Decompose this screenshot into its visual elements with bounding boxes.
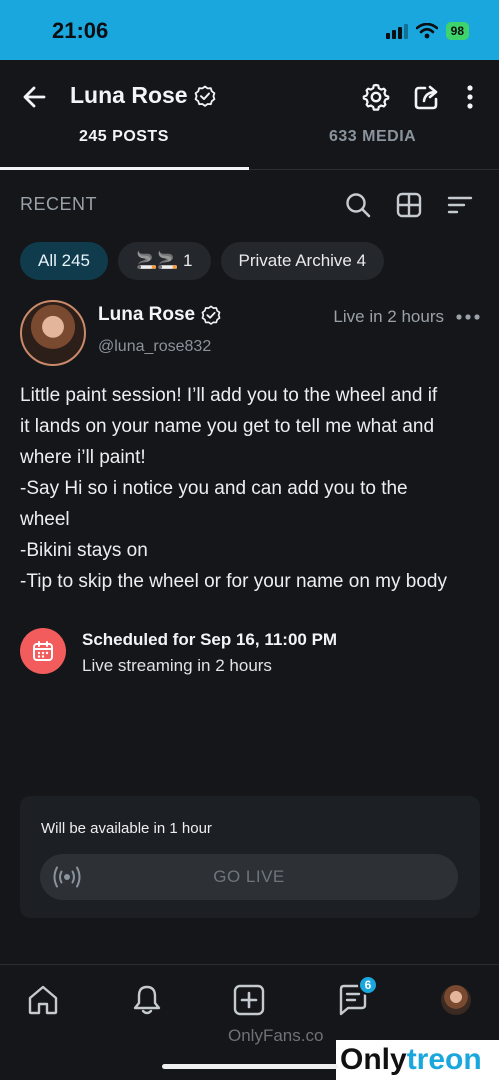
status-bar: 21:06 98 <box>0 0 499 60</box>
scheduled-info: Scheduled for Sep 16, 11:00 PM Live stre… <box>20 628 480 684</box>
add-icon[interactable] <box>232 983 266 1017</box>
watermark-brand-a: Only <box>340 1043 407 1076</box>
post-line: it lands on your name you get to tell me… <box>20 416 435 437</box>
page-title: Luna Rose <box>70 82 216 109</box>
filter-chips: All 245 🚬🚬 1 Private Archive 4 <box>20 242 385 280</box>
home-indicator[interactable] <box>162 1064 338 1069</box>
avatar[interactable] <box>20 300 86 366</box>
calendar-badge <box>20 628 66 674</box>
scheduled-title: Scheduled for Sep 16, 11:00 PM <box>82 630 338 649</box>
status-time: 21:06 <box>52 18 109 43</box>
author-handle[interactable]: @luna_rose832 <box>98 338 211 356</box>
post-author[interactable]: Luna Rose <box>98 304 221 326</box>
post-line: -Tip to skip the wheel or for your name … <box>20 571 447 592</box>
post-body: Little paint session! I’ll add you to th… <box>20 380 482 597</box>
bell-icon[interactable] <box>130 983 164 1017</box>
gear-icon[interactable] <box>361 82 391 112</box>
verified-icon <box>201 305 221 325</box>
profile-name: Luna Rose <box>70 82 188 108</box>
kebab-icon[interactable] <box>456 82 484 112</box>
cellular-signal-icon <box>385 23 408 39</box>
messages-badge: 6 <box>358 975 378 995</box>
chip-private-archive[interactable]: Private Archive 4 <box>220 242 385 280</box>
post-header: Luna Rose @luna_rose832 Live in 2 hours <box>20 300 480 370</box>
share-icon[interactable] <box>412 82 442 112</box>
more-options-icon[interactable] <box>456 312 480 322</box>
watermark-brand-b: treon <box>406 1043 482 1076</box>
search-icon[interactable] <box>343 190 373 220</box>
active-tab-indicator <box>0 167 249 170</box>
profile-avatar[interactable] <box>441 985 471 1015</box>
grid-icon[interactable] <box>394 190 424 220</box>
recent-toolbar: RECENT <box>0 186 499 226</box>
tab-posts[interactable]: 245 POSTS <box>79 128 169 146</box>
availability-text: Will be available in 1 hour <box>41 820 212 837</box>
watermark-site: OnlyFans.co <box>228 1026 324 1045</box>
live-in-label: Live in 2 hours <box>333 307 444 326</box>
post-line: wheel <box>20 509 70 530</box>
app-bar: Luna Rose <box>0 60 499 134</box>
chip-all[interactable]: All 245 <box>20 242 108 280</box>
author-name: Luna Rose <box>98 304 196 325</box>
scheduled-subtitle: Live streaming in 2 hours <box>82 656 272 675</box>
post-line: where i’ll paint! <box>20 447 146 468</box>
profile-tabs: 245 POSTS 633 MEDIA <box>0 126 499 170</box>
post-line: Little paint session! I’ll add you to th… <box>20 385 438 406</box>
sort-icon[interactable] <box>445 190 475 220</box>
go-live-label: GO LIVE <box>213 867 285 886</box>
watermark-brand: Only treon <box>336 1040 499 1080</box>
status-icons: 98 <box>385 22 469 40</box>
home-icon[interactable] <box>26 983 60 1017</box>
verified-icon <box>194 85 215 107</box>
battery-indicator: 98 <box>445 22 469 40</box>
live-stream-card: Will be available in 1 hour GO LIVE <box>20 796 480 918</box>
post-line: -Say Hi so i notice you and can add you … <box>20 478 408 499</box>
post-line: -Bikini stays on <box>20 540 148 561</box>
chip-emoji[interactable]: 🚬🚬 1 <box>117 242 211 280</box>
calendar-icon <box>33 641 53 661</box>
wifi-icon <box>415 23 438 39</box>
messages-nav[interactable]: 6 <box>336 975 378 1017</box>
back-arrow-icon[interactable] <box>20 82 50 112</box>
recent-label: RECENT <box>20 194 98 214</box>
tab-media[interactable]: 633 MEDIA <box>329 128 416 146</box>
go-live-button[interactable]: GO LIVE <box>40 854 458 900</box>
